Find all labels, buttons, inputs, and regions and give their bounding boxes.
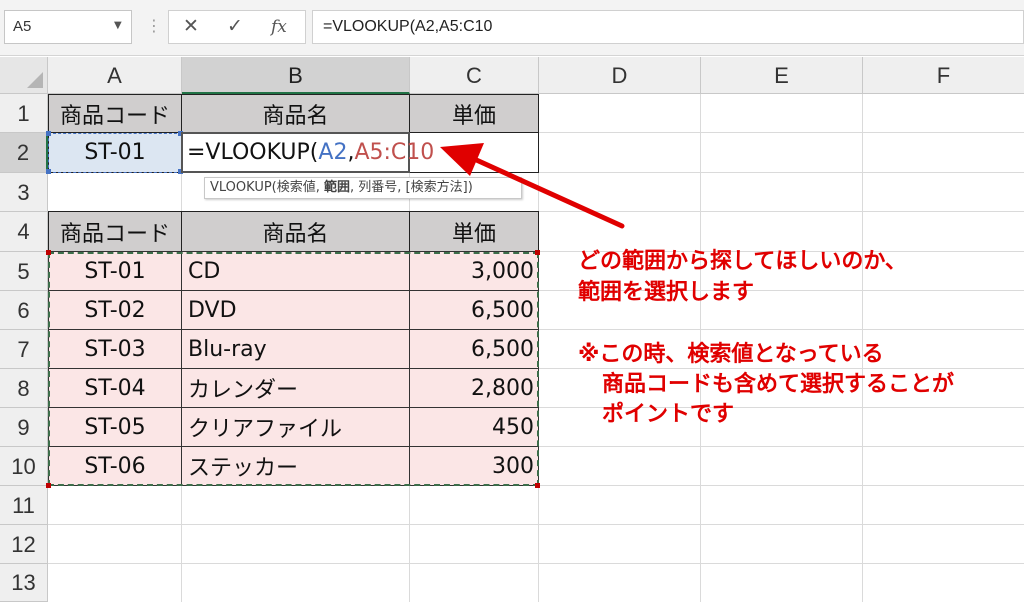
annotation-note-3: ポイントです: [602, 402, 735, 427]
annotation-note-2: 商品コードも含めて選択することが: [602, 372, 955, 397]
annotation-note-1: ※この時、検索値となっている: [578, 342, 884, 367]
annotation-line-1: どの範囲から探してほしいのか、: [578, 249, 907, 274]
annotation-line-2: 範囲を選択します: [578, 280, 755, 305]
annotation-arrow-icon: [440, 143, 625, 229]
